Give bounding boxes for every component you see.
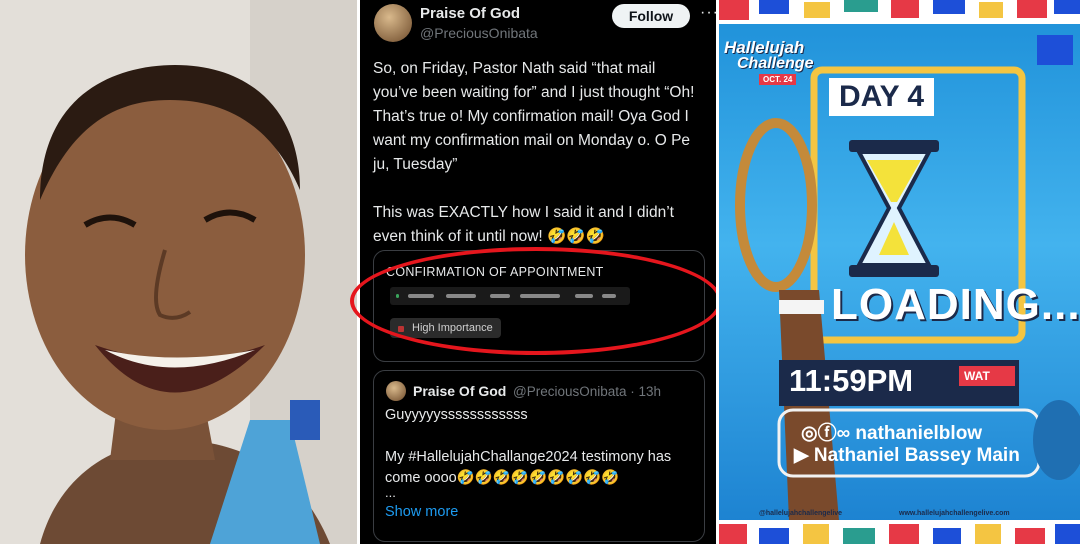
woman-photo (0, 0, 357, 544)
tweet-panel: Praise Of God @PreciousOnibata Follow ··… (360, 0, 716, 544)
quoted-author-name: Praise Of God (413, 383, 507, 399)
tweet-body: So, on Friday, Pastor Nath said “that ma… (373, 60, 695, 245)
footer-social: @hallelujahchallengelive (759, 510, 843, 517)
quoted-author-avatar (386, 381, 406, 401)
show-more-link[interactable]: Show more (385, 504, 458, 520)
author-name[interactable]: Praise Of God (420, 5, 520, 22)
social-handle-text: nathanielblow (855, 423, 983, 444)
timezone-label: WAT (964, 369, 990, 383)
quoted-ellipsis: ... (385, 485, 396, 500)
mail-title: CONFIRMATION OF APPOINTMENT (386, 265, 604, 279)
youtube-channel: ▶ Nathaniel Bassey Main (794, 445, 1020, 466)
quoted-author-handle: @PreciousOnibata · 13h (513, 384, 662, 399)
importance-badge: High Importance (390, 318, 501, 338)
author-handle[interactable]: @PreciousOnibata (420, 25, 538, 41)
logo-subtitle: Challenge (737, 55, 814, 72)
author-avatar[interactable] (374, 4, 412, 42)
quoted-line-1: Guyyyyyssssssssssss (385, 407, 528, 423)
day-label: DAY 4 (829, 78, 935, 116)
social-handle: ◎ⓕ∞ nathanielblow (801, 423, 983, 444)
youtube-channel-text: Nathaniel Bassey Main (813, 445, 1020, 466)
photo-panel (0, 0, 357, 544)
badge-logo (1037, 35, 1073, 65)
redacted-email-text (390, 287, 630, 305)
footer-website: www.hallelujahchallengelive.com (899, 510, 1010, 517)
logo-date: OCT. 24 (759, 74, 797, 85)
time-label: 11:59PM (789, 363, 914, 398)
loading-label: LOADING... (831, 280, 1080, 329)
quoted-line-2: My #HallelujahChallange2024 testimony ha… (385, 449, 672, 486)
follow-button[interactable]: Follow (612, 4, 690, 28)
poster-panel: Hallelujah Challenge OCT. 24 DAY 4 LOADI… (719, 0, 1080, 544)
more-options-icon[interactable]: ··· (700, 4, 716, 22)
